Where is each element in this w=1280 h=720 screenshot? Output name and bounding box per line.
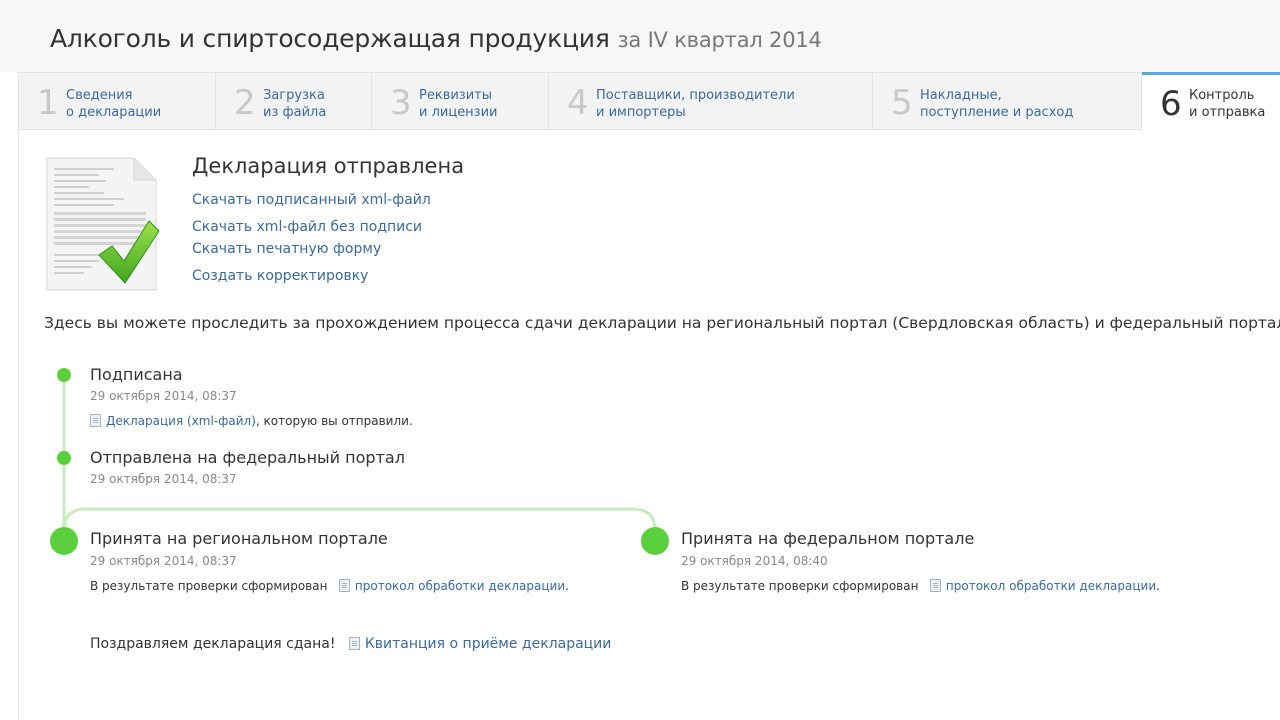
event-sent-federal-date: 29 октября 2014, 08:37 (90, 472, 237, 486)
file-icon (929, 579, 941, 592)
file-icon (338, 579, 350, 592)
congratulations-text: Поздравляем декларация сдана! (90, 636, 336, 652)
timeline-graphic (50, 368, 669, 555)
file-icon (348, 637, 360, 650)
final-status: Поздравляем декларация сдана! Квитанция … (90, 636, 611, 652)
event-accepted-federal-date: 29 октября 2014, 08:40 (681, 554, 828, 568)
receipt-link[interactable]: Квитанция о приёме декларации (365, 636, 612, 652)
regional-protocol-link[interactable]: протокол обработки декларации (355, 579, 565, 593)
event-signed-title: Подписана (90, 365, 183, 384)
event-accepted-federal-title: Принята на федеральном портале (681, 529, 975, 548)
event-signed-detail: Декларация (xml-файл), которую вы отправ… (90, 414, 413, 428)
event-signed-date: 29 октября 2014, 08:37 (90, 389, 237, 403)
timeline-dot-accepted-regional (50, 527, 78, 555)
timeline-dot-accepted-federal (641, 527, 669, 555)
timeline-dot-signed (57, 368, 71, 382)
file-icon (90, 414, 101, 427)
event-accepted-regional-title: Принята на региональном портале (90, 529, 388, 548)
event-accepted-federal-detail: В результате проверки сформирован проток… (681, 579, 1160, 593)
timeline-dot-sent-federal (57, 451, 71, 465)
event-accepted-regional-date: 29 октября 2014, 08:37 (90, 554, 237, 568)
federal-protocol-link[interactable]: протокол обработки декларации (946, 579, 1156, 593)
declaration-xml-link[interactable]: Декларация (xml-файл) (106, 414, 256, 428)
event-accepted-regional-detail: В результате проверки сформирован проток… (90, 579, 569, 593)
event-sent-federal-title: Отправлена на федеральный портал (90, 448, 405, 467)
